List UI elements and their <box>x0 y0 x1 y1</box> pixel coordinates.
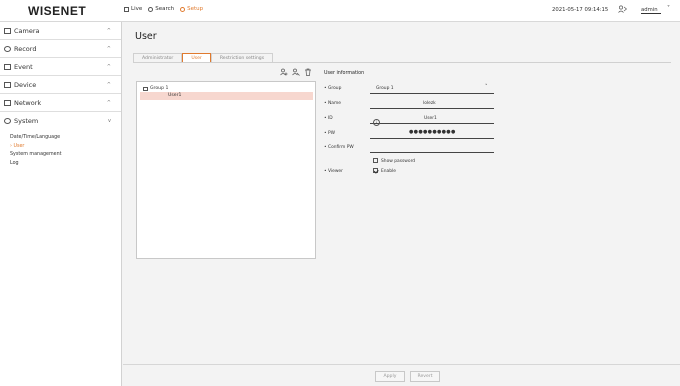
device-icon <box>4 81 11 88</box>
tab-administrator[interactable]: Administrator <box>133 53 183 62</box>
sidebar-item-label: Event <box>14 62 33 71</box>
wisenet-logo: WISENET <box>28 4 87 18</box>
footer-divider <box>123 364 680 365</box>
sidebar: Camera ^ Record ^ Event ^ Device ^ Netwo… <box>0 22 122 386</box>
folder-icon <box>143 86 148 91</box>
confirm-pw-label: Confirm PW <box>328 145 354 150</box>
chevron-up-icon: ^ <box>106 99 111 106</box>
info-icon[interactable]: i <box>373 119 380 126</box>
show-password-label: Show password <box>381 159 416 164</box>
monitor-icon <box>124 6 129 12</box>
sidebar-item-label: Camera <box>14 26 40 35</box>
show-password-checkbox[interactable] <box>373 158 378 163</box>
viewer-label: Viewer <box>328 169 343 174</box>
tab-bar: Administrator User Restriction settings <box>133 53 274 62</box>
nav-setup-label: Setup <box>187 6 204 12</box>
chevron-down-icon: v <box>108 118 111 124</box>
tab-user[interactable]: User <box>182 53 211 62</box>
username[interactable]: admin <box>641 7 661 14</box>
pw-underline <box>370 138 494 139</box>
name-input[interactable]: lolezk <box>423 101 436 106</box>
sidebar-item-label: System <box>14 117 39 125</box>
viewer-enable-row[interactable]: Enable <box>373 168 396 174</box>
id-input[interactable]: User1 <box>424 116 437 121</box>
pw-label: PW <box>328 131 335 136</box>
system-submenu: Date/Time/Language › User System managem… <box>0 130 121 168</box>
system-icon <box>4 118 11 124</box>
name-underline <box>370 108 494 109</box>
main-content: User Administrator User Restriction sett… <box>123 22 680 386</box>
id-underline <box>370 123 494 124</box>
apply-button[interactable]: Apply <box>375 371 405 382</box>
submenu-system-management[interactable]: System management <box>10 151 121 160</box>
chevron-up-icon: ^ <box>106 63 111 70</box>
name-label: Name <box>328 101 341 106</box>
viewer-label-row: • Viewer <box>324 169 343 174</box>
nav-search[interactable]: Search <box>148 6 174 12</box>
add-user-icon[interactable] <box>292 68 300 76</box>
viewer-enable-label: Enable <box>381 169 396 174</box>
sidebar-item-device[interactable]: Device ^ <box>0 76 121 94</box>
tree-user-1[interactable]: User1 <box>140 92 313 100</box>
group-label-row: • Group <box>324 86 342 91</box>
confirm-label-row: • Confirm PW <box>324 145 354 150</box>
submenu-date-time-language[interactable]: Date/Time/Language <box>10 134 121 143</box>
sidebar-item-event[interactable]: Event ^ <box>0 58 121 76</box>
group-label: Group <box>328 86 342 91</box>
user-info-header: User information <box>324 71 365 76</box>
add-group-icon[interactable] <box>280 68 288 76</box>
chevron-up-icon: ^ <box>106 27 111 34</box>
delete-icon[interactable] <box>304 68 312 76</box>
name-label-row: • Name <box>324 101 341 106</box>
tree-group-1[interactable]: Group 1 <box>137 82 315 92</box>
chevron-up-icon: ^ <box>106 81 111 88</box>
group-underline <box>370 93 494 94</box>
id-label: ID <box>328 116 333 121</box>
nav-setup[interactable]: Setup <box>180 6 203 12</box>
camera-icon <box>4 27 11 34</box>
footer-buttons: Apply Revert <box>375 371 440 382</box>
submenu-log[interactable]: Log <box>10 160 121 169</box>
network-icon <box>4 99 11 106</box>
pw-label-row: • PW <box>324 131 335 136</box>
top-nav: Live Search Setup <box>124 6 203 12</box>
record-icon <box>4 45 11 52</box>
viewer-enable-checkbox[interactable] <box>373 168 378 173</box>
gear-icon <box>180 6 186 12</box>
show-password-row[interactable]: Show password <box>373 158 415 164</box>
id-label-row: • ID <box>324 116 333 121</box>
chevron-down-icon[interactable]: ˅ <box>485 84 488 90</box>
chevron-down-icon[interactable]: ˅ <box>667 5 670 12</box>
tab-restriction-settings[interactable]: Restriction settings <box>210 53 274 62</box>
sidebar-item-label: Record <box>14 44 37 53</box>
user-switch-icon[interactable] <box>618 5 627 13</box>
chevron-up-icon: ^ <box>106 45 111 52</box>
submenu-user[interactable]: › User <box>10 143 121 152</box>
confirm-pw-input[interactable] <box>370 152 494 153</box>
tab-divider <box>133 62 671 63</box>
user-tree: Group 1 User1 <box>136 81 316 259</box>
sidebar-item-label: Device <box>14 80 37 89</box>
nav-live[interactable]: Live <box>124 6 142 12</box>
submenu-user-label: User <box>13 143 25 149</box>
search-icon <box>148 6 154 12</box>
nav-search-label: Search <box>155 6 175 12</box>
event-icon <box>4 63 11 70</box>
tree-toolbar <box>280 68 312 76</box>
sidebar-item-camera[interactable]: Camera ^ <box>0 22 121 40</box>
page-title: User <box>135 31 157 42</box>
sidebar-item-label: Network <box>14 98 42 107</box>
tree-group-label: Group 1 <box>150 86 169 91</box>
sidebar-item-system[interactable]: System v <box>0 112 121 130</box>
revert-button[interactable]: Revert <box>410 371 440 382</box>
pw-input[interactable]: ●●●●●●●●●● <box>409 129 456 135</box>
sidebar-item-record[interactable]: Record ^ <box>0 40 121 58</box>
datetime: 2021-05-17 09:14:15 <box>552 7 609 13</box>
group-select[interactable]: Group 1 <box>376 86 394 91</box>
nav-live-label: Live <box>131 6 143 12</box>
top-bar: WISENET Live Search Setup 2021-05-17 09:… <box>0 0 680 22</box>
sidebar-item-network[interactable]: Network ^ <box>0 94 121 112</box>
